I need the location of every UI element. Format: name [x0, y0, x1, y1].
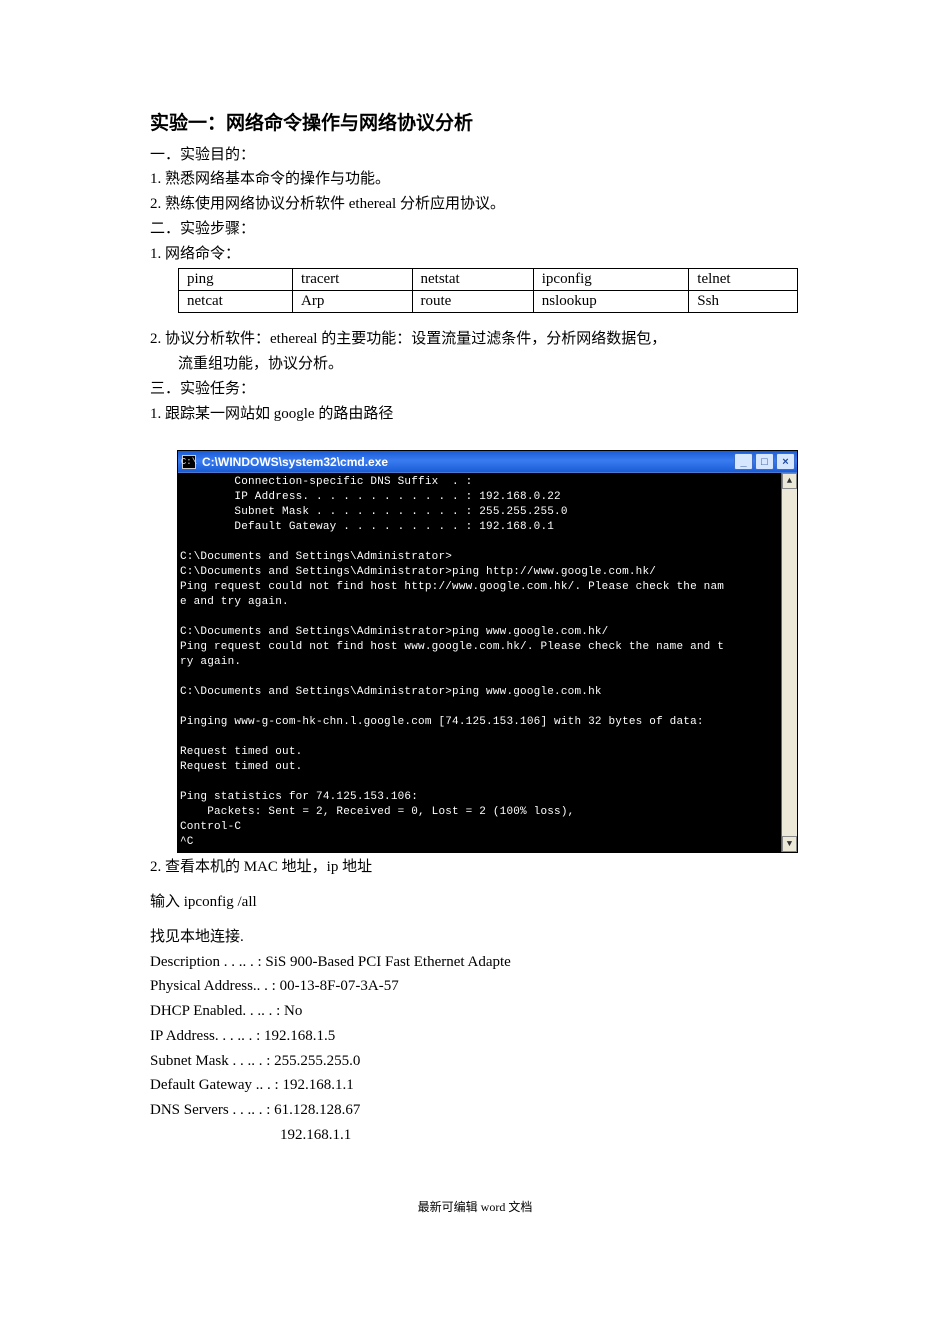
- section-1-item-1: 1. 熟悉网络基本命令的操作与功能。: [150, 167, 800, 192]
- ipconfig-ip-address: IP Address. . . .. . : 192.168.1.5: [150, 1024, 800, 1049]
- cmd-cell: netstat: [412, 269, 533, 291]
- cmd-window-title: C:\WINDOWS\system32\cmd.exe: [200, 455, 734, 469]
- cmd-cell: Ssh: [689, 291, 798, 313]
- cmd-cell: tracert: [293, 269, 412, 291]
- section-2-heading: 二．实验步骤：: [150, 217, 800, 242]
- scroll-down-button[interactable]: ▼: [782, 836, 797, 852]
- cmd-cell: ping: [179, 269, 293, 291]
- footer-text-a: 最新可编辑: [418, 1200, 481, 1214]
- ipconfig-dns-2: 192.168.1.1: [150, 1123, 800, 1148]
- section-1-item-2: 2. 熟练使用网络协议分析软件 ethereal 分析应用协议。: [150, 192, 800, 217]
- section-2-item-1: 1. 网络命令：: [150, 242, 800, 267]
- footer-text-b: word: [481, 1200, 509, 1214]
- table-row: netcat Arp route nslookup Ssh: [179, 291, 798, 313]
- close-button[interactable]: ×: [776, 453, 795, 470]
- ipconfig-dhcp: DHCP Enabled. . .. . : No: [150, 999, 800, 1024]
- section-3-heading: 三．实验任务：: [150, 377, 800, 402]
- minimize-button[interactable]: _: [734, 453, 753, 470]
- ipconfig-subnet-mask: Subnet Mask . . .. . : 255.255.255.0: [150, 1049, 800, 1074]
- cmd-window-icon: C:\: [182, 455, 196, 469]
- cmd-cell: netcat: [179, 291, 293, 313]
- cmd-window-body: Connection-specific DNS Suffix . : IP Ad…: [178, 473, 781, 852]
- ipconfig-physical-address: Physical Address.. . : 00-13-8F-07-3A-57: [150, 974, 800, 999]
- cmd-cell: route: [412, 291, 533, 313]
- task-2-command: 输入 ipconfig /all: [150, 890, 800, 915]
- page-title: 实验一：网络命令操作与网络协议分析: [150, 110, 800, 139]
- scroll-up-button[interactable]: ▲: [782, 473, 797, 489]
- page-footer: 最新可编辑 word 文档: [150, 1198, 800, 1215]
- section-3-task-1: 1. 跟踪某一网站如 google 的路由路径: [150, 402, 800, 427]
- section-2-item-2-line-2: 流重组功能，协议分析。: [150, 352, 800, 377]
- ipconfig-default-gateway: Default Gateway .. . : 192.168.1.1: [150, 1073, 800, 1098]
- cmd-window-scrollbar[interactable]: ▲ ▼: [781, 473, 797, 852]
- ipconfig-dns-1: DNS Servers . . .. . : 61.128.128.67: [150, 1098, 800, 1123]
- cmd-cell: Arp: [293, 291, 412, 313]
- network-commands-table: ping tracert netstat ipconfig telnet net…: [178, 268, 798, 313]
- section-3-task-2: 2. 查看本机的 MAC 地址，ip 地址: [150, 855, 800, 880]
- section-1-heading: 一．实验目的：: [150, 143, 800, 168]
- cmd-cell: telnet: [689, 269, 798, 291]
- cmd-cell: nslookup: [533, 291, 689, 313]
- ipconfig-description: Description . . .. . : SiS 900-Based PCI…: [150, 950, 800, 975]
- cmd-window-titlebar: C:\ C:\WINDOWS\system32\cmd.exe _ □ ×: [178, 451, 797, 473]
- maximize-button[interactable]: □: [755, 453, 774, 470]
- task-2-find-local: 找见本地连接.: [150, 925, 800, 950]
- cmd-cell: ipconfig: [533, 269, 689, 291]
- section-2-item-2-line-1: 2. 协议分析软件：ethereal 的主要功能：设置流量过滤条件，分析网络数据…: [150, 327, 800, 352]
- footer-text-c: 文档: [508, 1200, 532, 1214]
- table-row: ping tracert netstat ipconfig telnet: [179, 269, 798, 291]
- scroll-track[interactable]: [782, 489, 797, 836]
- cmd-window: C:\ C:\WINDOWS\system32\cmd.exe _ □ × Co…: [177, 450, 798, 853]
